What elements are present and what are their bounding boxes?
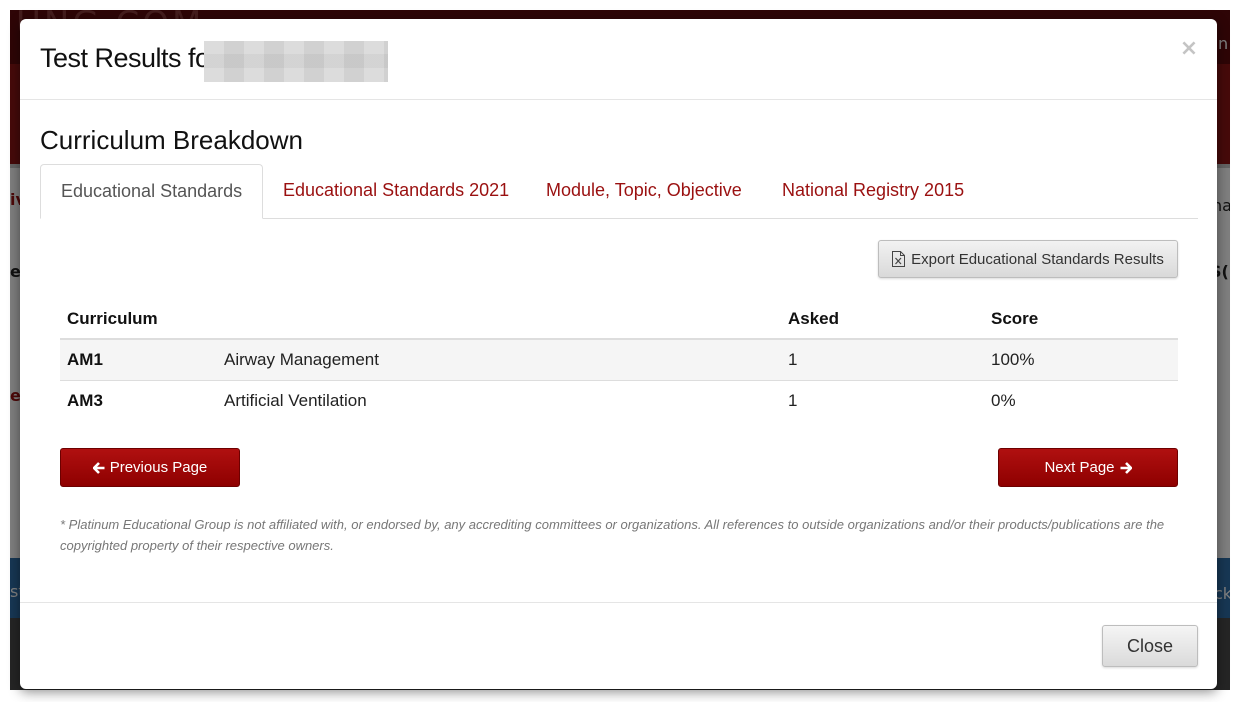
arrow-left-icon xyxy=(92,461,105,474)
disclaimer-text: * Platinum Educational Group is not affi… xyxy=(60,517,1165,553)
tab-national-registry-2015[interactable]: National Registry 2015 xyxy=(762,164,984,217)
previous-page-button[interactable]: Previous Page xyxy=(60,448,240,487)
column-header-asked: Asked xyxy=(781,299,984,340)
section-title: Curriculum Breakdown xyxy=(40,125,303,155)
score-value: 100% xyxy=(984,338,1178,381)
table-row: AM1 Airway Management 1 100% xyxy=(60,338,1178,381)
curriculum-name: Airway Management xyxy=(217,338,781,381)
tab-educational-standards-2021[interactable]: Educational Standards 2021 xyxy=(263,164,529,217)
test-results-modal: Test Results for × Curriculum Breakdown … xyxy=(20,19,1217,689)
next-page-button[interactable]: Next Page xyxy=(998,448,1178,487)
column-header-name xyxy=(217,299,781,340)
redacted-student-name xyxy=(204,41,388,82)
column-header-curriculum: Curriculum xyxy=(60,299,217,340)
curriculum-code: AM1 xyxy=(60,338,217,381)
table-header-row: Curriculum Asked Score xyxy=(60,299,1178,340)
column-header-score: Score xyxy=(984,299,1178,340)
arrow-right-icon xyxy=(1120,461,1132,474)
export-results-label: Export Educational Standards Results xyxy=(911,250,1164,268)
export-results-button[interactable]: Export Educational Standards Results xyxy=(878,240,1178,278)
modal-header: Test Results for × xyxy=(20,19,1217,100)
tab-module-topic-objective[interactable]: Module, Topic, Objective xyxy=(526,164,762,217)
previous-page-label: Previous Page xyxy=(109,459,208,476)
curriculum-tabs: Educational Standards Educational Standa… xyxy=(40,164,1198,219)
close-button[interactable]: Close xyxy=(1102,625,1198,667)
asked-count: 1 xyxy=(781,338,984,381)
curriculum-name: Artificial Ventilation xyxy=(217,380,781,421)
modal-footer: Close xyxy=(20,602,1217,689)
modal-title: Test Results for xyxy=(40,43,219,73)
asked-count: 1 xyxy=(781,380,984,421)
tab-educational-standards[interactable]: Educational Standards xyxy=(40,164,264,219)
curriculum-code: AM3 xyxy=(60,380,217,421)
close-icon[interactable]: × xyxy=(1179,37,1199,61)
excel-file-icon xyxy=(892,251,906,267)
results-table: Curriculum Asked Score AM1 Airway Manage… xyxy=(60,299,1178,421)
next-page-label: Next Page xyxy=(1044,459,1115,476)
table-row: AM3 Artificial Ventilation 1 0% xyxy=(60,380,1178,421)
score-value: 0% xyxy=(984,380,1178,421)
